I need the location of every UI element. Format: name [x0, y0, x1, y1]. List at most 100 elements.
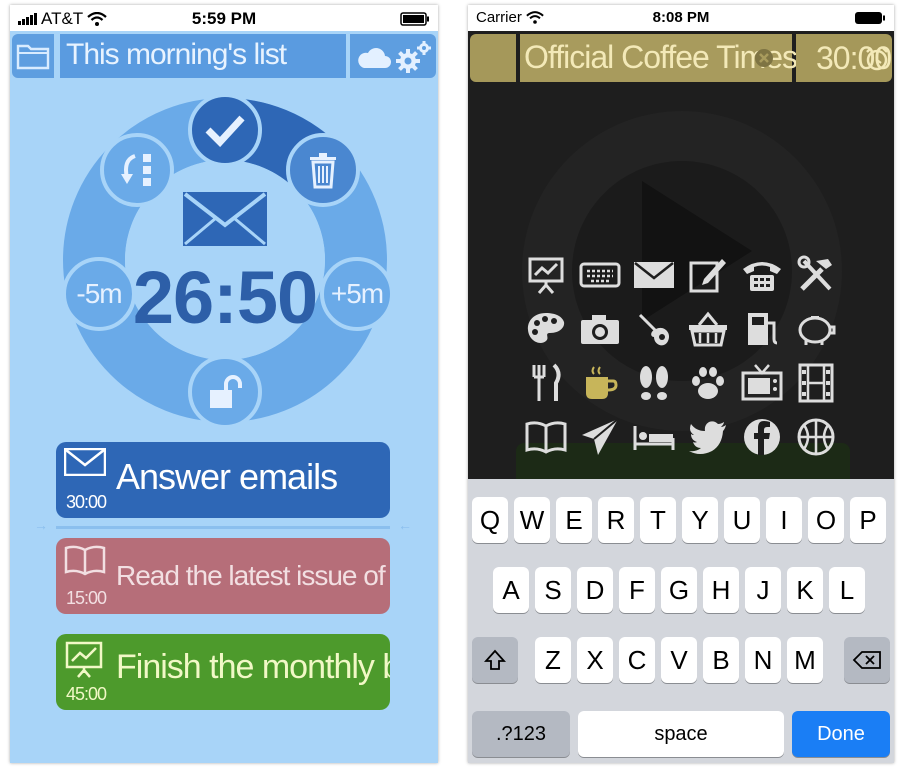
key-k[interactable]: K — [787, 567, 823, 613]
key-x[interactable]: X — [577, 637, 613, 683]
presentation-icon — [65, 641, 103, 678]
envelope-icon — [64, 448, 106, 476]
keyboard-icon[interactable] — [578, 253, 622, 297]
coffee-cup-icon[interactable] — [578, 361, 622, 405]
guitar-icon[interactable] — [632, 307, 676, 351]
timer-ring: -5m +5m 26:50 — [62, 93, 394, 429]
list-title: This morning's list — [66, 38, 287, 71]
backspace-icon — [852, 651, 881, 669]
gas-pump-icon[interactable] — [740, 307, 784, 351]
envelope-icon[interactable] — [632, 253, 676, 297]
key-j[interactable]: J — [745, 567, 781, 613]
key-c[interactable]: C — [619, 637, 655, 683]
move-list-icon — [121, 154, 151, 186]
tv-icon[interactable] — [740, 361, 784, 405]
key-p[interactable]: P — [850, 497, 886, 543]
right-phone-screen: Carrier 8:08 PM Official Coffee Times 30… — [468, 5, 894, 763]
presentation-icon[interactable] — [524, 253, 568, 297]
timer-button[interactable]: 30:00 — [796, 34, 892, 82]
task-duration: 15:00 — [66, 588, 107, 608]
unlock-button[interactable] — [188, 355, 262, 429]
book-icon[interactable] — [524, 415, 568, 459]
key-r[interactable]: R — [598, 497, 634, 543]
palette-icon[interactable] — [524, 307, 568, 351]
tools-icon[interactable] — [794, 253, 838, 297]
basketball-icon[interactable] — [794, 415, 838, 459]
basket-icon[interactable] — [686, 307, 730, 351]
list-title-field[interactable]: This morning's list — [60, 34, 346, 78]
unlock-icon — [210, 375, 242, 408]
battery-icon — [855, 12, 885, 24]
key-d[interactable]: D — [577, 567, 613, 613]
gear-icon[interactable] — [394, 39, 434, 75]
key-u[interactable]: U — [724, 497, 760, 543]
space-key[interactable]: space — [578, 711, 784, 757]
status-bar: AT&T 5:59 PM — [10, 5, 438, 31]
key-y[interactable]: Y — [682, 497, 718, 543]
delete-button[interactable] — [286, 133, 360, 207]
task-title: Answer emails — [116, 456, 338, 497]
numbers-key[interactable]: .?123 — [472, 711, 570, 757]
folder-button[interactable] — [12, 34, 54, 78]
move-to-list-button[interactable] — [100, 133, 174, 207]
key-w[interactable]: W — [514, 497, 550, 543]
piggy-bank-icon[interactable] — [794, 307, 838, 351]
envelope-icon — [183, 192, 267, 246]
left-phone-screen: AT&T 5:59 PM This morning's list -5m +5m… — [10, 5, 438, 763]
battery-icon — [400, 12, 429, 26]
shift-key[interactable] — [472, 637, 518, 683]
key-a[interactable]: A — [493, 567, 529, 613]
trash-icon — [310, 153, 336, 189]
key-g[interactable]: G — [661, 567, 697, 613]
task-duration: 30:00 — [66, 492, 107, 512]
bed-icon[interactable] — [632, 415, 676, 459]
key-z[interactable]: Z — [535, 637, 571, 683]
keyboard: Q W E R T Y U I O P A S D F G H J K L Z … — [468, 479, 894, 763]
done-key[interactable]: Done — [792, 711, 890, 757]
key-n[interactable]: N — [745, 637, 781, 683]
task-title: Finish the monthly budget — [116, 648, 390, 686]
arrow-right-icon: → — [34, 517, 48, 533]
backspace-key[interactable] — [844, 637, 890, 683]
clear-icon[interactable] — [754, 48, 774, 68]
edit-icon[interactable] — [686, 253, 730, 297]
shift-icon — [484, 649, 506, 670]
task-title: Read the latest issue of Tap! Mag — [116, 560, 390, 591]
folder-icon — [16, 44, 50, 70]
back-button[interactable] — [470, 34, 516, 82]
complete-button[interactable] — [188, 93, 262, 167]
phone-icon[interactable] — [740, 253, 784, 297]
book-icon — [64, 545, 106, 576]
task-card[interactable]: Answer emails 30:00 — [56, 442, 390, 518]
cloud-settings-group — [350, 34, 436, 78]
key-s[interactable]: S — [535, 567, 571, 613]
film-icon[interactable] — [794, 361, 838, 405]
key-b[interactable]: B — [703, 637, 739, 683]
status-bar: Carrier 8:08 PM — [468, 5, 894, 31]
task-card[interactable]: Finish the monthly budget 45:00 — [56, 634, 390, 710]
key-m[interactable]: M — [787, 637, 823, 683]
key-e[interactable]: E — [556, 497, 592, 543]
task-title-input[interactable]: Official Coffee Times — [520, 34, 798, 82]
timer-display: 26:50 — [132, 256, 318, 339]
key-o[interactable]: O — [808, 497, 844, 543]
footprints-icon[interactable] — [632, 361, 676, 405]
cloud-icon[interactable] — [356, 44, 392, 70]
fork-knife-icon[interactable] — [524, 361, 568, 405]
checkmark-icon — [205, 115, 245, 147]
camera-icon[interactable] — [578, 307, 622, 351]
task-card[interactable]: Read the latest issue of Tap! Mag 15:00 — [56, 538, 390, 614]
key-t[interactable]: T — [640, 497, 676, 543]
key-f[interactable]: F — [619, 567, 655, 613]
drag-divider[interactable]: → ← — [34, 517, 412, 533]
facebook-icon[interactable] — [740, 415, 784, 459]
key-i[interactable]: I — [766, 497, 802, 543]
key-l[interactable]: L — [829, 567, 865, 613]
key-q[interactable]: Q — [472, 497, 508, 543]
alarm-clock-icon — [866, 47, 888, 71]
key-v[interactable]: V — [661, 637, 697, 683]
key-h[interactable]: H — [703, 567, 739, 613]
paw-icon[interactable] — [686, 361, 730, 405]
paper-plane-icon[interactable] — [578, 415, 622, 459]
twitter-icon[interactable] — [686, 415, 730, 459]
